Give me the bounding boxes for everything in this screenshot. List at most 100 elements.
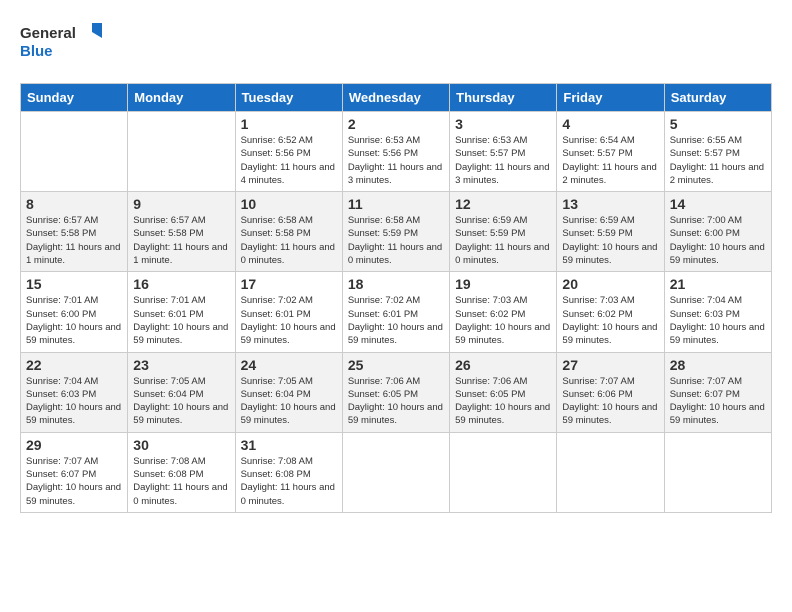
day-number: 20 xyxy=(562,276,658,292)
day-number: 24 xyxy=(241,357,337,373)
calendar-cell: 31 Sunrise: 7:08 AM Sunset: 6:08 PM Dayli… xyxy=(235,432,342,512)
weekday-header-monday: Monday xyxy=(128,84,235,112)
day-info: Sunrise: 7:06 AM Sunset: 6:05 PM Dayligh… xyxy=(348,375,444,428)
day-info: Sunrise: 6:58 AM Sunset: 5:59 PM Dayligh… xyxy=(348,214,444,267)
calendar-cell xyxy=(450,432,557,512)
day-number: 28 xyxy=(670,357,766,373)
calendar-cell: 13 Sunrise: 6:59 AM Sunset: 5:59 PM Dayli… xyxy=(557,192,664,272)
day-info: Sunrise: 7:05 AM Sunset: 6:04 PM Dayligh… xyxy=(241,375,337,428)
day-info: Sunrise: 7:07 AM Sunset: 6:07 PM Dayligh… xyxy=(26,455,122,508)
weekday-header-thursday: Thursday xyxy=(450,84,557,112)
day-number: 23 xyxy=(133,357,229,373)
day-number: 16 xyxy=(133,276,229,292)
calendar-cell: 21 Sunrise: 7:04 AM Sunset: 6:03 PM Dayli… xyxy=(664,272,771,352)
svg-text:General: General xyxy=(20,25,76,42)
day-info: Sunrise: 7:02 AM Sunset: 6:01 PM Dayligh… xyxy=(348,294,444,347)
day-number: 21 xyxy=(670,276,766,292)
day-info: Sunrise: 7:00 AM Sunset: 6:00 PM Dayligh… xyxy=(670,214,766,267)
day-info: Sunrise: 6:59 AM Sunset: 5:59 PM Dayligh… xyxy=(455,214,551,267)
day-info: Sunrise: 6:53 AM Sunset: 5:56 PM Dayligh… xyxy=(348,134,444,187)
day-number: 2 xyxy=(348,116,444,132)
day-info: Sunrise: 7:01 AM Sunset: 6:00 PM Dayligh… xyxy=(26,294,122,347)
weekday-header-sunday: Sunday xyxy=(21,84,128,112)
day-number: 3 xyxy=(455,116,551,132)
day-info: Sunrise: 7:05 AM Sunset: 6:04 PM Dayligh… xyxy=(133,375,229,428)
calendar-cell xyxy=(128,112,235,192)
day-number: 19 xyxy=(455,276,551,292)
day-number: 29 xyxy=(26,437,122,453)
calendar-cell: 4 Sunrise: 6:54 AM Sunset: 5:57 PM Daylig… xyxy=(557,112,664,192)
day-info: Sunrise: 7:07 AM Sunset: 6:07 PM Dayligh… xyxy=(670,375,766,428)
calendar-cell: 9 Sunrise: 6:57 AM Sunset: 5:58 PM Daylig… xyxy=(128,192,235,272)
logo: General Blue xyxy=(20,20,105,68)
day-number: 11 xyxy=(348,196,444,212)
calendar-cell: 11 Sunrise: 6:58 AM Sunset: 5:59 PM Dayli… xyxy=(342,192,449,272)
calendar-body: 1 Sunrise: 6:52 AM Sunset: 5:56 PM Daylig… xyxy=(21,112,772,513)
day-number: 18 xyxy=(348,276,444,292)
day-info: Sunrise: 7:03 AM Sunset: 6:02 PM Dayligh… xyxy=(455,294,551,347)
day-info: Sunrise: 6:57 AM Sunset: 5:58 PM Dayligh… xyxy=(133,214,229,267)
calendar-week-4: 22Sunrise: 7:04 AM Sunset: 6:03 PM Dayli… xyxy=(21,352,772,432)
calendar-cell: 10 Sunrise: 6:58 AM Sunset: 5:58 PM Dayli… xyxy=(235,192,342,272)
calendar-cell: 20 Sunrise: 7:03 AM Sunset: 6:02 PM Dayli… xyxy=(557,272,664,352)
calendar-cell: 2 Sunrise: 6:53 AM Sunset: 5:56 PM Daylig… xyxy=(342,112,449,192)
day-number: 26 xyxy=(455,357,551,373)
day-number: 22 xyxy=(26,357,122,373)
calendar-cell xyxy=(21,112,128,192)
day-info: Sunrise: 6:57 AM Sunset: 5:58 PM Dayligh… xyxy=(26,214,122,267)
day-info: Sunrise: 6:58 AM Sunset: 5:58 PM Dayligh… xyxy=(241,214,337,267)
calendar-cell: 12 Sunrise: 6:59 AM Sunset: 5:59 PM Dayli… xyxy=(450,192,557,272)
day-info: Sunrise: 6:52 AM Sunset: 5:56 PM Dayligh… xyxy=(241,134,337,187)
calendar-cell: 1 Sunrise: 6:52 AM Sunset: 5:56 PM Daylig… xyxy=(235,112,342,192)
day-number: 25 xyxy=(348,357,444,373)
calendar-cell: 5Sunrise: 6:55 AM Sunset: 5:57 PM Daylig… xyxy=(664,112,771,192)
day-number: 14 xyxy=(670,196,766,212)
logo-svg: General Blue xyxy=(20,20,105,68)
day-number: 17 xyxy=(241,276,337,292)
calendar-header-row: SundayMondayTuesdayWednesdayThursdayFrid… xyxy=(21,84,772,112)
calendar-cell xyxy=(664,432,771,512)
weekday-header-friday: Friday xyxy=(557,84,664,112)
calendar-cell xyxy=(342,432,449,512)
calendar-week-5: 29 Sunrise: 7:07 AM Sunset: 6:07 PM Dayli… xyxy=(21,432,772,512)
calendar-cell: 3Sunrise: 6:53 AM Sunset: 5:57 PM Daylig… xyxy=(450,112,557,192)
calendar-week-2: 8Sunrise: 6:57 AM Sunset: 5:58 PM Daylig… xyxy=(21,192,772,272)
calendar-cell: 19 Sunrise: 7:03 AM Sunset: 6:02 PM Dayli… xyxy=(450,272,557,352)
day-number: 15 xyxy=(26,276,122,292)
calendar-table: SundayMondayTuesdayWednesdayThursdayFrid… xyxy=(20,83,772,513)
day-number: 4 xyxy=(562,116,658,132)
calendar-cell: 8Sunrise: 6:57 AM Sunset: 5:58 PM Daylig… xyxy=(21,192,128,272)
calendar-cell: 29 Sunrise: 7:07 AM Sunset: 6:07 PM Dayli… xyxy=(21,432,128,512)
calendar-cell: 18 Sunrise: 7:02 AM Sunset: 6:01 PM Dayli… xyxy=(342,272,449,352)
calendar-cell: 27Sunrise: 7:07 AM Sunset: 6:06 PM Dayli… xyxy=(557,352,664,432)
day-info: Sunrise: 7:01 AM Sunset: 6:01 PM Dayligh… xyxy=(133,294,229,347)
calendar-week-3: 15 Sunrise: 7:01 AM Sunset: 6:00 PM Dayli… xyxy=(21,272,772,352)
calendar-cell: 24 Sunrise: 7:05 AM Sunset: 6:04 PM Dayli… xyxy=(235,352,342,432)
day-info: Sunrise: 7:07 AM Sunset: 6:06 PM Dayligh… xyxy=(562,375,658,428)
day-info: Sunrise: 7:08 AM Sunset: 6:08 PM Dayligh… xyxy=(133,455,229,508)
weekday-header-saturday: Saturday xyxy=(664,84,771,112)
calendar-cell: 26 Sunrise: 7:06 AM Sunset: 6:05 PM Dayli… xyxy=(450,352,557,432)
calendar-cell: 16 Sunrise: 7:01 AM Sunset: 6:01 PM Dayli… xyxy=(128,272,235,352)
day-info: Sunrise: 6:54 AM Sunset: 5:57 PM Dayligh… xyxy=(562,134,658,187)
day-number: 13 xyxy=(562,196,658,212)
day-number: 10 xyxy=(241,196,337,212)
svg-text:Blue: Blue xyxy=(20,43,53,60)
calendar-cell xyxy=(557,432,664,512)
calendar-cell: 15 Sunrise: 7:01 AM Sunset: 6:00 PM Dayli… xyxy=(21,272,128,352)
day-info: Sunrise: 7:06 AM Sunset: 6:05 PM Dayligh… xyxy=(455,375,551,428)
day-info: Sunrise: 6:59 AM Sunset: 5:59 PM Dayligh… xyxy=(562,214,658,267)
day-number: 9 xyxy=(133,196,229,212)
calendar-cell: 30 Sunrise: 7:08 AM Sunset: 6:08 PM Dayli… xyxy=(128,432,235,512)
day-info: Sunrise: 7:03 AM Sunset: 6:02 PM Dayligh… xyxy=(562,294,658,347)
calendar-cell: 17Sunrise: 7:02 AM Sunset: 6:01 PM Dayli… xyxy=(235,272,342,352)
day-info: Sunrise: 7:08 AM Sunset: 6:08 PM Dayligh… xyxy=(241,455,337,508)
calendar-cell: 14 Sunrise: 7:00 AM Sunset: 6:00 PM Dayli… xyxy=(664,192,771,272)
weekday-header-wednesday: Wednesday xyxy=(342,84,449,112)
day-info: Sunrise: 7:04 AM Sunset: 6:03 PM Dayligh… xyxy=(670,294,766,347)
day-number: 1 xyxy=(241,116,337,132)
day-number: 30 xyxy=(133,437,229,453)
day-number: 31 xyxy=(241,437,337,453)
day-number: 12 xyxy=(455,196,551,212)
calendar-cell: 22Sunrise: 7:04 AM Sunset: 6:03 PM Dayli… xyxy=(21,352,128,432)
